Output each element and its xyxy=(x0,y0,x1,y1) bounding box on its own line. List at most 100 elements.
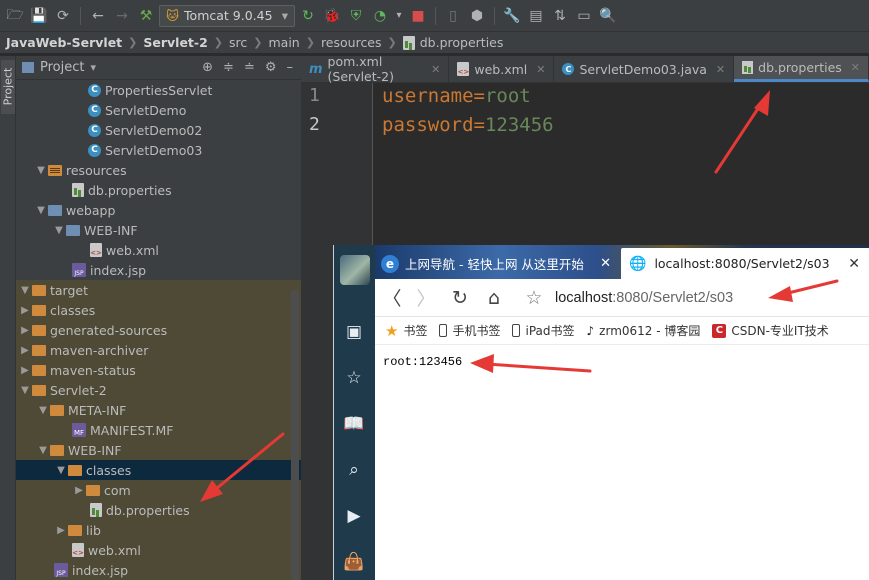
more-run-icon[interactable]: ▾ xyxy=(393,5,405,27)
tree-item[interactable]: <> web.xml xyxy=(16,240,301,260)
reader-icon[interactable]: ▣ xyxy=(343,321,365,343)
browser-tab-localhost[interactable]: 🌐 localhost:8080/Servlet2/s03 ✕ xyxy=(621,248,869,279)
bookmark-item[interactable]: C CSDN-专业IT技术 xyxy=(712,322,829,339)
close-icon[interactable]: ✕ xyxy=(536,63,545,76)
project-panel-title[interactable]: Project xyxy=(40,60,84,75)
breadcrumb-item[interactable]: JavaWeb-Servlet xyxy=(6,35,122,50)
close-icon[interactable]: ✕ xyxy=(716,63,725,76)
tab-db-properties[interactable]: db.properties ✕ xyxy=(734,56,869,82)
profile-icon[interactable]: ◔ xyxy=(369,5,391,27)
close-icon[interactable]: ✕ xyxy=(851,61,860,74)
save-icon[interactable]: 💾 xyxy=(28,5,50,27)
tree-item[interactable]: ▶ classes xyxy=(16,300,301,320)
sdk-icon[interactable]: ⬢ xyxy=(466,5,488,27)
tab-servletdemo03[interactable]: C ServletDemo03.java ✕ xyxy=(554,56,735,82)
bookmark-item[interactable]: ★ 书签 xyxy=(385,322,427,340)
bookmark-star-icon[interactable]: ☆ xyxy=(517,287,551,309)
tree-item-selected[interactable]: ▼ classes xyxy=(16,460,301,480)
device-icon[interactable]: ▯ xyxy=(442,5,464,27)
coverage-icon[interactable]: ⛨ xyxy=(345,5,367,27)
chevron-right-icon[interactable]: ▶ xyxy=(18,365,32,376)
chevron-down-icon[interactable]: ▼ xyxy=(54,465,68,476)
project-tool-window-button[interactable]: Project xyxy=(1,60,15,114)
browser-tab-navigation[interactable]: e 上网导航 - 轻快上网 从这里开始 ✕ xyxy=(375,248,619,279)
video-icon[interactable]: ▶ xyxy=(343,505,365,527)
tree-item[interactable]: C ServletDemo02 xyxy=(16,120,301,140)
minimize-icon[interactable]: – xyxy=(287,60,294,75)
chevron-down-icon[interactable]: ▼ xyxy=(18,285,32,296)
favorites-star-icon[interactable]: ☆ xyxy=(343,367,365,389)
rerun-icon[interactable]: ↻ xyxy=(297,5,319,27)
tree-item[interactable]: JSP index.jsp xyxy=(16,560,301,580)
expand-all-icon[interactable]: ≑ xyxy=(223,60,234,75)
vcs-icon[interactable]: ⇅ xyxy=(549,5,571,27)
debug-icon[interactable]: 🐞 xyxy=(321,5,343,27)
bookmark-item[interactable]: iPad书签 xyxy=(512,322,575,339)
tree-item[interactable]: ▶ maven-archiver xyxy=(16,340,301,360)
tree-item[interactable]: ▼ target xyxy=(16,280,301,300)
chevron-right-icon[interactable]: ▶ xyxy=(54,525,68,536)
forward-icon[interactable]: → xyxy=(111,5,133,27)
tree-item[interactable]: ▶ lib xyxy=(16,520,301,540)
chevron-down-icon[interactable]: ▼ xyxy=(34,205,48,216)
open-folder-icon[interactable]: 🗁 xyxy=(4,5,26,27)
tree-item[interactable]: ▶ com xyxy=(16,480,301,500)
breadcrumb-item[interactable]: main xyxy=(268,35,299,50)
tab-pom-xml[interactable]: m pom.xml (Servlet-2) ✕ xyxy=(301,54,450,84)
chevron-down-icon[interactable]: ▾ xyxy=(90,61,96,74)
tree-item[interactable]: ▼ WEB-INF xyxy=(16,220,301,240)
tree-item[interactable]: C ServletDemo03 xyxy=(16,140,301,160)
chevron-right-icon[interactable]: ▶ xyxy=(72,485,86,496)
chevron-down-icon[interactable]: ▼ xyxy=(18,385,32,396)
chevron-down-icon[interactable]: ▼ xyxy=(34,165,48,176)
tab-web-xml[interactable]: <> web.xml ✕ xyxy=(449,56,555,82)
collapse-all-icon[interactable]: ≐ xyxy=(244,60,255,75)
breadcrumb-item[interactable]: db.properties xyxy=(420,35,504,50)
tree-item[interactable]: ▼ resources xyxy=(16,160,301,180)
search-icon[interactable]: ⌕ xyxy=(343,459,365,481)
tree-item[interactable]: ▼ Servlet-2 xyxy=(16,380,301,400)
tree-scrollbar[interactable] xyxy=(291,290,299,580)
tree-item[interactable]: db.properties xyxy=(16,500,301,520)
chevron-right-icon[interactable]: ▶ xyxy=(18,345,32,356)
reload-icon[interactable]: ↻ xyxy=(443,287,477,309)
tree-item[interactable]: <> web.xml xyxy=(16,540,301,560)
close-icon[interactable]: ✕ xyxy=(848,256,860,272)
close-icon[interactable]: ✕ xyxy=(600,256,611,271)
avatar[interactable] xyxy=(340,255,370,285)
locate-icon[interactable]: ⊕ xyxy=(202,60,213,75)
chevron-right-icon[interactable]: ▶ xyxy=(18,325,32,336)
bag-icon[interactable]: 👜 xyxy=(343,551,365,573)
tree-item[interactable]: C ServletDemo xyxy=(16,100,301,120)
breadcrumb-item[interactable]: src xyxy=(229,35,247,50)
tree-item[interactable]: C PropertiesServlet xyxy=(16,80,301,100)
chevron-down-icon[interactable]: ▼ xyxy=(36,405,50,416)
project-structure-icon[interactable]: ▤ xyxy=(525,5,547,27)
build-hammer-icon[interactable]: ⚒ xyxy=(135,5,157,27)
tree-item[interactable]: ▶ maven-status xyxy=(16,360,301,380)
tree-item[interactable]: MF MANIFEST.MF xyxy=(16,420,301,440)
home-icon[interactable]: ⌂ xyxy=(477,287,511,309)
tree-item[interactable]: ▼ WEB-INF xyxy=(16,440,301,460)
tree-item[interactable]: db.properties xyxy=(16,180,301,200)
breadcrumb-item[interactable]: Servlet-2 xyxy=(143,35,207,50)
bookmark-item[interactable]: 手机书签 xyxy=(439,322,500,339)
tree-item[interactable]: JSP index.jsp xyxy=(16,260,301,280)
back-icon[interactable]: ← xyxy=(87,5,109,27)
back-icon[interactable]: 〈 xyxy=(375,284,409,311)
search-icon[interactable]: 🔍 xyxy=(597,5,619,27)
sync-icon[interactable]: ⟳ xyxy=(52,5,74,27)
terminal-icon[interactable]: ▭ xyxy=(573,5,595,27)
tree-item[interactable]: ▼ META-INF xyxy=(16,400,301,420)
breadcrumb-item[interactable]: resources xyxy=(321,35,382,50)
run-configuration-select[interactable]: 🐱 Tomcat 9.0.45 ▾ xyxy=(159,4,295,27)
book-icon[interactable]: 📖 xyxy=(343,413,365,435)
forward-icon[interactable]: 〉 xyxy=(409,284,443,311)
close-icon[interactable]: ✕ xyxy=(431,63,440,76)
bookmark-item[interactable]: ♪ zrm0612 - 博客园 xyxy=(587,322,701,339)
gear-icon[interactable]: ⚙ xyxy=(265,60,277,75)
chevron-down-icon[interactable]: ▼ xyxy=(36,445,50,456)
chevron-down-icon[interactable]: ▼ xyxy=(52,225,66,236)
stop-icon[interactable]: ■ xyxy=(407,5,429,27)
url-input[interactable]: localhost:8080/Servlet2/s03 xyxy=(555,290,733,306)
